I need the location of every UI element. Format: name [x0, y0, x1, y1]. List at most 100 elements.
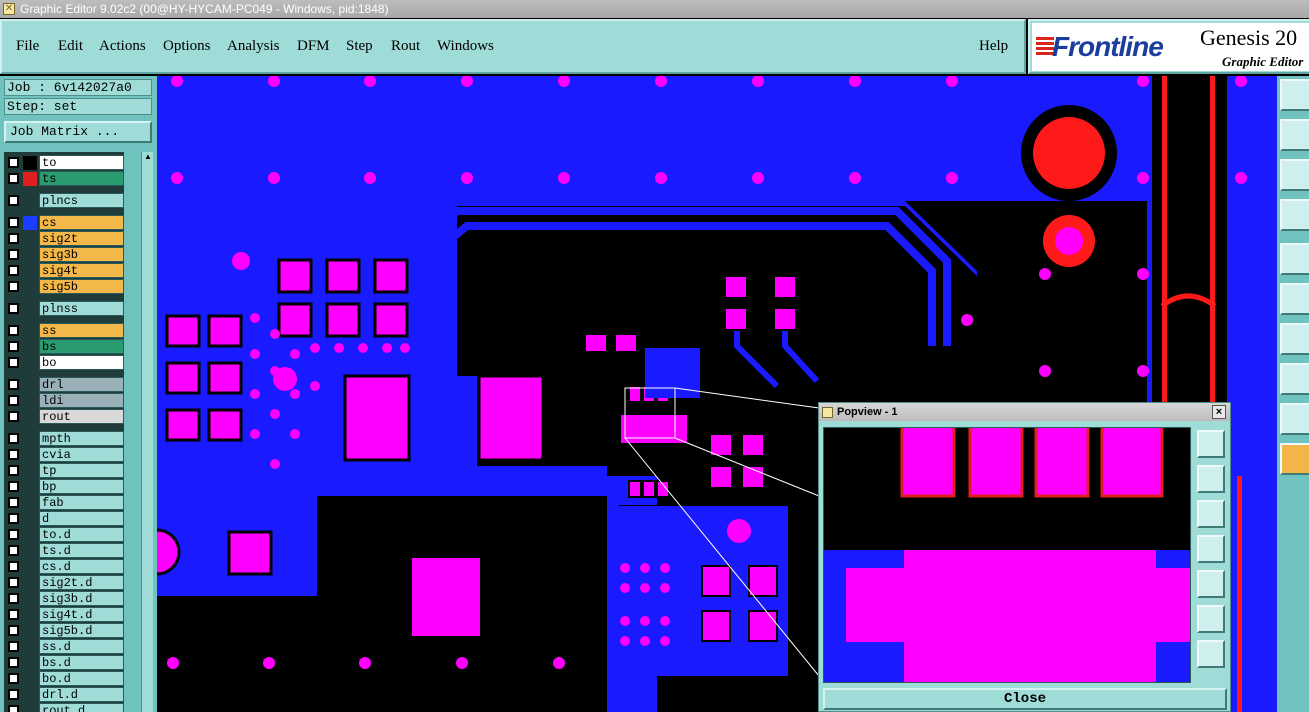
layer-row-to[interactable]: to — [4, 155, 124, 170]
layer-name[interactable]: sig5b.d — [39, 623, 124, 638]
layer-color-swatch[interactable] — [23, 194, 37, 208]
layer-row-ts-d[interactable]: ts.d — [4, 543, 124, 558]
layer-name[interactable]: bo — [39, 355, 124, 370]
layer-row-bp[interactable]: bp — [4, 479, 124, 494]
layer-color-swatch[interactable] — [23, 232, 37, 246]
tool-feature-icon[interactable] — [1280, 243, 1309, 275]
layer-name[interactable]: sig2t — [39, 231, 124, 246]
layer-row-sig2t-d[interactable]: sig2t.d — [4, 575, 124, 590]
popview-close-button[interactable]: Close — [823, 688, 1227, 710]
layer-color-swatch[interactable] — [23, 656, 37, 670]
layer-name[interactable]: to.d — [39, 527, 124, 542]
layer-row-cs-d[interactable]: cs.d — [4, 559, 124, 574]
layer-name[interactable]: sig5b — [39, 279, 124, 294]
layer-row-sig4t[interactable]: sig4t — [4, 263, 124, 278]
layer-color-swatch[interactable] — [23, 216, 37, 230]
layer-color-swatch[interactable] — [23, 394, 37, 408]
layer-row-rout[interactable]: rout — [4, 409, 124, 424]
menu-analysis[interactable]: Analysis — [227, 38, 280, 55]
tool-move-icon[interactable] — [1280, 119, 1309, 151]
layer-row-sig4t-d[interactable]: sig4t.d — [4, 607, 124, 622]
layer-color-swatch[interactable] — [23, 640, 37, 654]
layer-checkbox[interactable] — [8, 411, 19, 422]
layer-checkbox[interactable] — [8, 341, 19, 352]
layer-row-drl-d[interactable]: drl.d — [4, 687, 124, 702]
layer-name[interactable]: ldi — [39, 393, 124, 408]
layer-name[interactable]: bp — [39, 479, 124, 494]
layer-row-tp[interactable]: tp — [4, 463, 124, 478]
layer-name[interactable]: d — [39, 511, 124, 526]
layer-color-swatch[interactable] — [23, 512, 37, 526]
layer-color-swatch[interactable] — [23, 410, 37, 424]
tool-angle-icon[interactable] — [1280, 323, 1309, 355]
layer-checkbox[interactable] — [8, 625, 19, 636]
layer-row-cvia[interactable]: cvia — [4, 447, 124, 462]
layer-name[interactable]: plncs — [39, 193, 124, 208]
layer-color-swatch[interactable] — [23, 544, 37, 558]
layer-color-swatch[interactable] — [23, 592, 37, 606]
layer-name[interactable]: drl.d — [39, 687, 124, 702]
layer-checkbox[interactable] — [8, 609, 19, 620]
menu-dfm[interactable]: DFM — [297, 38, 330, 55]
layer-checkbox[interactable] — [8, 577, 19, 588]
layer-checkbox[interactable] — [8, 233, 19, 244]
layer-name[interactable]: sig4t.d — [39, 607, 124, 622]
layer-name[interactable]: drl — [39, 377, 124, 392]
layer-checkbox[interactable] — [8, 325, 19, 336]
layer-checkbox[interactable] — [8, 449, 19, 460]
layer-checkbox[interactable] — [8, 689, 19, 700]
menu-help[interactable]: Help — [979, 38, 1008, 55]
layer-name[interactable]: sig4t — [39, 263, 124, 278]
tool-drc-icon[interactable] — [1280, 403, 1309, 435]
close-icon[interactable]: × — [1212, 405, 1226, 419]
layer-name[interactable]: fab — [39, 495, 124, 510]
layer-name[interactable]: mpth — [39, 431, 124, 446]
layer-name[interactable]: rout — [39, 409, 124, 424]
layer-row-sig3b[interactable]: sig3b — [4, 247, 124, 262]
layer-row-ss[interactable]: ss — [4, 323, 124, 338]
layer-row-plncs[interactable]: plncs — [4, 193, 124, 208]
layer-color-swatch[interactable] — [23, 378, 37, 392]
layer-color-swatch[interactable] — [23, 156, 37, 170]
layer-color-swatch[interactable] — [23, 560, 37, 574]
layer-checkbox[interactable] — [8, 657, 19, 668]
layer-color-swatch[interactable] — [23, 172, 37, 186]
tool-net-icon[interactable] — [1280, 283, 1309, 315]
layer-row-sig5b[interactable]: sig5b — [4, 279, 124, 294]
layer-name[interactable]: bo.d — [39, 671, 124, 686]
layer-name[interactable]: bs — [39, 339, 124, 354]
popview-right-icon[interactable] — [1197, 570, 1225, 598]
layer-checkbox[interactable] — [8, 545, 19, 556]
layer-row-sig5b-d[interactable]: sig5b.d — [4, 623, 124, 638]
layer-color-swatch[interactable] — [23, 464, 37, 478]
layer-color-swatch[interactable] — [23, 302, 37, 316]
layer-name[interactable]: ts — [39, 171, 124, 186]
layer-checkbox[interactable] — [8, 173, 19, 184]
popview-zoom-icon[interactable] — [1197, 430, 1225, 458]
menu-windows[interactable]: Windows — [437, 38, 494, 55]
layer-row-sig3b-d[interactable]: sig3b.d — [4, 591, 124, 606]
layer-name[interactable]: bs.d — [39, 655, 124, 670]
layer-color-swatch[interactable] — [23, 340, 37, 354]
layer-row-fab[interactable]: fab — [4, 495, 124, 510]
layer-row-sig2t[interactable]: sig2t — [4, 231, 124, 246]
layer-row-plnss[interactable]: plnss — [4, 301, 124, 316]
layer-checkbox[interactable] — [8, 481, 19, 492]
layer-color-swatch[interactable] — [23, 264, 37, 278]
layer-color-swatch[interactable] — [23, 432, 37, 446]
layer-row-bs-d[interactable]: bs.d — [4, 655, 124, 670]
layer-color-swatch[interactable] — [23, 704, 37, 712]
menu-actions[interactable]: Actions — [99, 38, 146, 55]
layer-color-swatch[interactable] — [23, 624, 37, 638]
layer-checkbox[interactable] — [8, 593, 19, 604]
layer-row-mpth[interactable]: mpth — [4, 431, 124, 446]
layer-color-swatch[interactable] — [23, 528, 37, 542]
tool-resize-icon[interactable] — [1280, 159, 1309, 191]
tool-zoom-in-icon[interactable] — [1280, 79, 1309, 111]
layer-checkbox[interactable] — [8, 561, 19, 572]
scroll-up-icon[interactable]: ▲ — [143, 152, 153, 162]
layer-name[interactable]: ts.d — [39, 543, 124, 558]
layer-name[interactable]: cvia — [39, 447, 124, 462]
layer-checkbox[interactable] — [8, 673, 19, 684]
popview-zoom-view[interactable] — [824, 428, 1191, 683]
